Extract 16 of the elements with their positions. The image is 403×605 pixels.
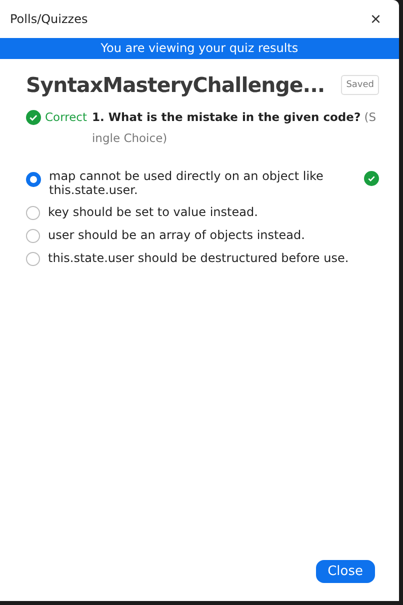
radio-button[interactable] — [26, 229, 40, 243]
option-label: map cannot be used directly on an object like this.state.user. — [49, 169, 324, 197]
radio-button[interactable] — [26, 252, 40, 266]
close-button[interactable]: × — [364, 8, 387, 30]
question-text: 1. What is the mistake in the given code? (Single Choice) — [92, 109, 378, 147]
result-label: Correct — [45, 109, 87, 126]
info-banner: You are viewing your quiz results — [0, 38, 399, 59]
option-label: key should be set to value instead. — [48, 205, 259, 219]
saved-badge: Saved — [341, 75, 379, 95]
radio-button[interactable] — [26, 206, 40, 220]
radio-button[interactable] — [26, 172, 41, 187]
quiz-title: SyntaxMasteryChallenge... — [26, 73, 325, 97]
option-label: user should be an array of objects instead. — [48, 228, 306, 242]
close-button[interactable]: Close — [316, 560, 375, 583]
window-title: Polls/Quizzes — [10, 12, 88, 26]
option-label: this.state.user should be destructured before use. — [48, 251, 350, 265]
